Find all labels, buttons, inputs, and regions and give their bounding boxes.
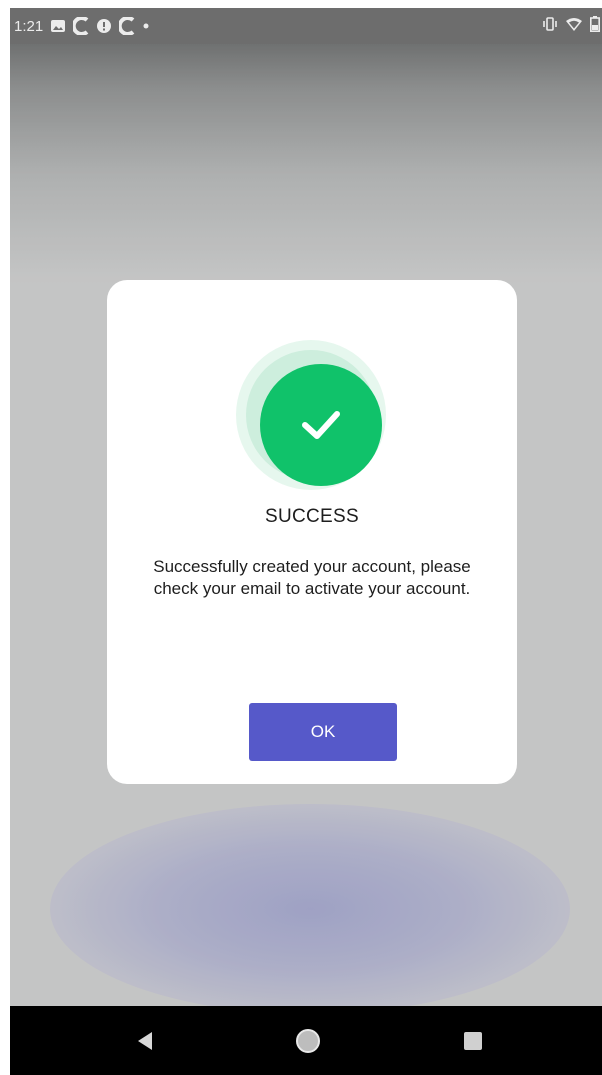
status-bar: 1:21 xyxy=(10,8,602,44)
navigation-bar xyxy=(10,1006,602,1075)
phone-screen: 1:21 SUCCESS Successfully created your a… xyxy=(10,8,602,1075)
ok-button[interactable]: OK xyxy=(249,703,397,761)
wifi-icon xyxy=(566,17,582,35)
success-badge xyxy=(236,340,386,490)
status-time: 1:21 xyxy=(14,17,44,35)
vibrate-icon xyxy=(542,17,558,35)
check-icon xyxy=(260,364,382,486)
alert-circle-icon xyxy=(97,19,112,33)
dot-icon xyxy=(143,23,149,29)
dialog-message: Successfully created your account, pleas… xyxy=(153,557,471,598)
back-icon[interactable] xyxy=(110,1006,180,1075)
c-app-icon xyxy=(73,17,89,35)
battery-icon xyxy=(590,16,600,36)
dialog-title: SUCCESS xyxy=(265,506,359,527)
image-icon xyxy=(51,20,66,32)
recents-icon[interactable] xyxy=(438,1006,508,1075)
home-icon[interactable] xyxy=(273,1006,343,1075)
c-app-icon xyxy=(119,17,135,35)
app-background: SUCCESS Successfully created your accoun… xyxy=(10,44,602,1006)
success-dialog: SUCCESS Successfully created your accoun… xyxy=(107,280,517,784)
